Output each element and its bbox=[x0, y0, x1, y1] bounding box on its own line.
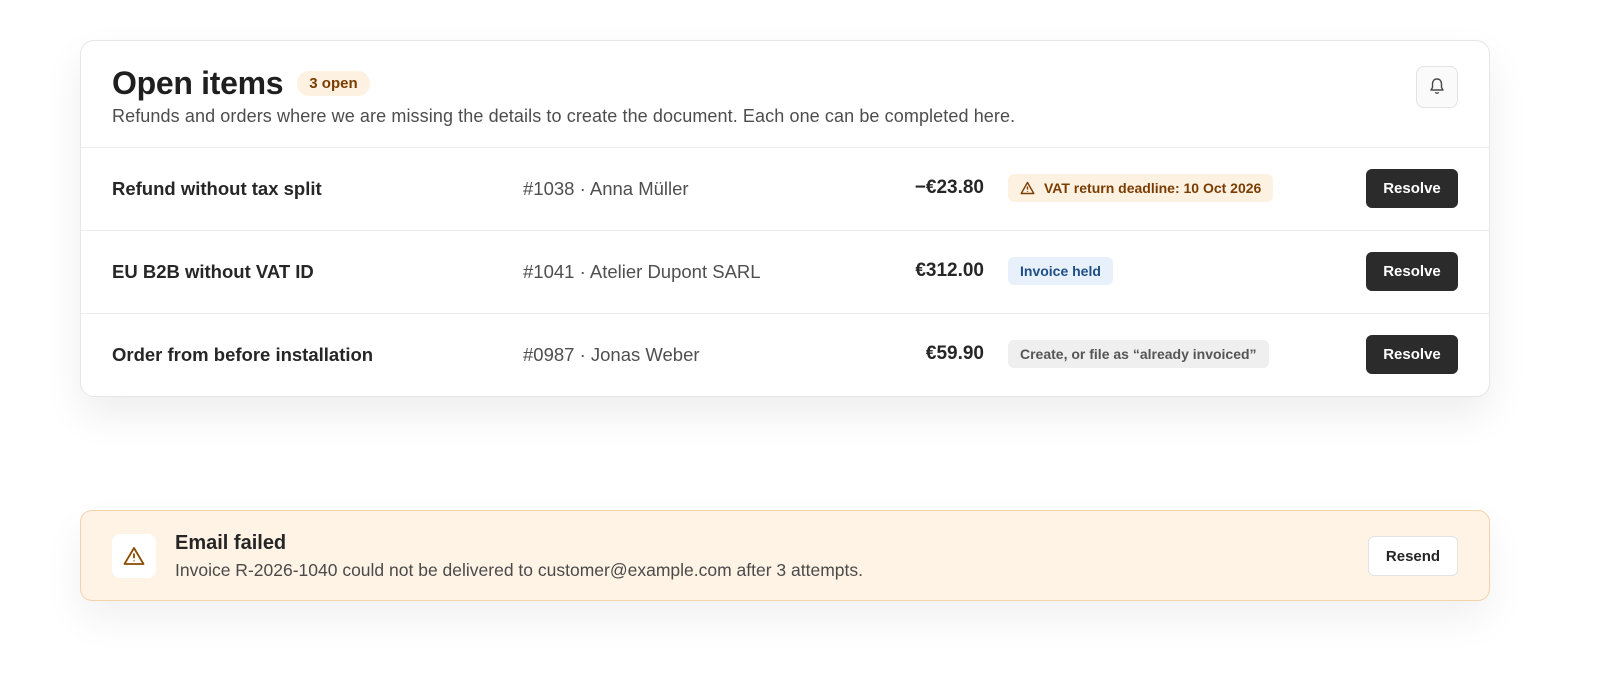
warning-icon bbox=[112, 534, 156, 578]
status-tag: Invoice held bbox=[1008, 257, 1113, 285]
item-title: EU B2B without VAT ID bbox=[112, 261, 314, 282]
deadline-tag-label: VAT return deadline: 10 Oct 2026 bbox=[1044, 180, 1262, 196]
deadline-tag: VAT return deadline: 10 Oct 2026 bbox=[1008, 174, 1274, 202]
item-title: Refund without tax split bbox=[112, 178, 322, 199]
hint-tag-label: Create, or file as “already invoiced” bbox=[1020, 346, 1257, 362]
page-subtitle: Refunds and orders where we are missing … bbox=[112, 106, 1016, 126]
open-items-card: Open items 3 open Refunds and orders whe… bbox=[80, 40, 1490, 397]
item-amount: −€23.80 bbox=[914, 177, 984, 198]
resolve-button[interactable]: Resolve bbox=[1366, 335, 1458, 374]
hint-tag: Create, or file as “already invoiced” bbox=[1008, 340, 1269, 368]
item-amount: €312.00 bbox=[915, 260, 984, 281]
list-item: EU B2B without VAT ID #1041 · Atelier Du… bbox=[81, 231, 1489, 314]
item-order-customer: #0987 · Jonas Weber bbox=[523, 344, 700, 365]
resolve-button[interactable]: Resolve bbox=[1366, 252, 1458, 291]
status-tag-label: Invoice held bbox=[1020, 263, 1101, 279]
notifications-button[interactable] bbox=[1416, 66, 1458, 108]
email-failed-alert: Email failed Invoice R-2026-1040 could n… bbox=[80, 510, 1490, 601]
resolve-button[interactable]: Resolve bbox=[1366, 169, 1458, 208]
alert-message: Invoice R-2026-1040 could not be deliver… bbox=[175, 560, 863, 580]
list-item: Order from before installation #0987 · J… bbox=[81, 314, 1489, 396]
item-amount: €59.90 bbox=[925, 343, 984, 364]
warning-icon bbox=[1020, 181, 1035, 195]
bell-icon bbox=[1427, 76, 1447, 99]
list-item: Refund without tax split #1038 · Anna Mü… bbox=[81, 148, 1489, 231]
alert-title: Email failed bbox=[175, 532, 287, 554]
resend-button[interactable]: Resend bbox=[1368, 536, 1458, 576]
card-header: Open items 3 open Refunds and orders whe… bbox=[81, 41, 1489, 148]
item-order-customer: #1038 · Anna Müller bbox=[523, 178, 689, 199]
item-title: Order from before installation bbox=[112, 344, 374, 365]
page-title: Open items bbox=[112, 65, 284, 101]
title-row: Open items 3 open bbox=[112, 65, 370, 102]
item-order-customer: #1041 · Atelier Dupont SARL bbox=[523, 261, 761, 282]
open-count-badge: 3 open bbox=[297, 71, 370, 96]
